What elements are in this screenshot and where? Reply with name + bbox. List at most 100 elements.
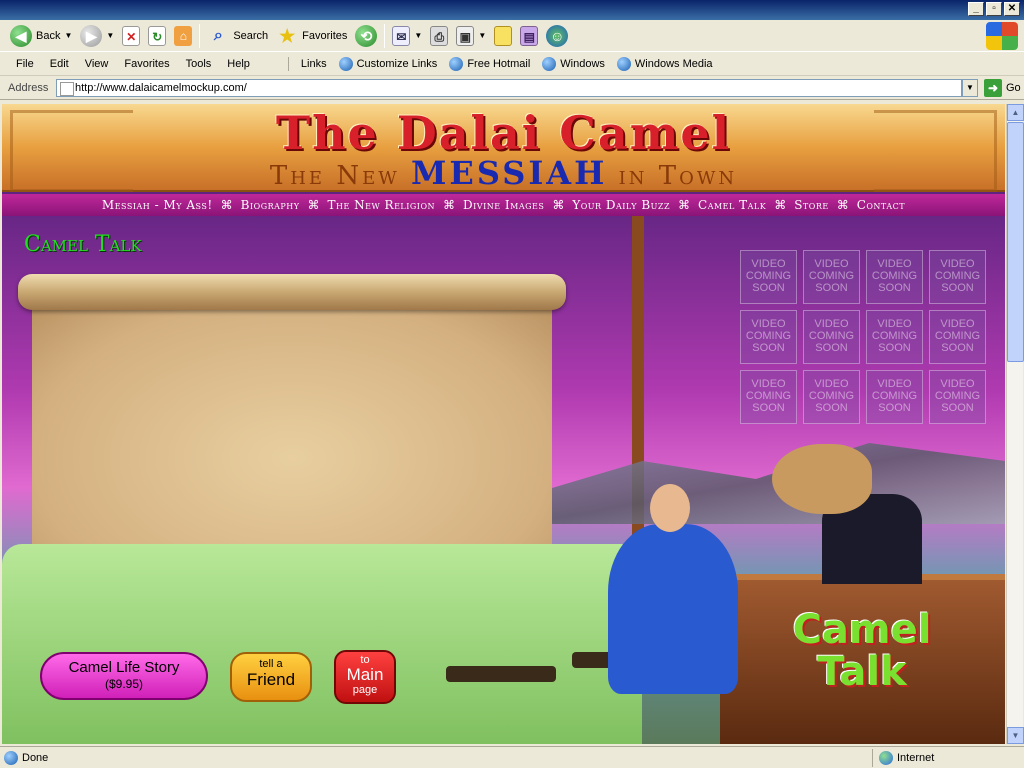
video-grid: VIDEO COMING SOON VIDEO COMING SOON VIDEO …	[740, 250, 986, 424]
vertical-scrollbar[interactable]: ▲ ▼	[1006, 104, 1024, 744]
mail-button[interactable]: ✉ ▼	[388, 23, 426, 49]
nav-contact[interactable]: Contact	[851, 198, 911, 212]
print-icon: ⎙	[430, 25, 449, 46]
scroll-down-icon[interactable]: ▼	[1007, 727, 1024, 744]
back-button[interactable]: ◀ Back ▼	[6, 23, 76, 49]
toolbar-divider	[199, 23, 201, 48]
site-tagline: The New MESSIAH in Town	[2, 154, 1005, 192]
go-button[interactable]: ➜ Go	[984, 78, 1021, 97]
stop-button[interactable]: ✕	[118, 23, 144, 49]
nav-separator-icon: ⌘	[774, 198, 787, 212]
status-bar: Done Internet	[0, 746, 1024, 768]
ie-page-icon	[542, 56, 557, 71]
link-windows-media[interactable]: Windows Media	[611, 56, 719, 71]
address-label: Address	[8, 81, 49, 94]
links-bar: Links Customize Links Free Hotmail Windo…	[287, 56, 719, 71]
nav-biography[interactable]: Biography	[235, 198, 306, 212]
research-button[interactable]: ▤	[516, 23, 542, 49]
nav-new-religion[interactable]: The New Religion	[322, 198, 441, 212]
nav-messiah[interactable]: Messiah - My Ass!	[96, 198, 219, 212]
video-placeholder[interactable]: VIDEO COMING SOON	[929, 250, 986, 304]
address-input[interactable]: http://www.dalaicamelmockup.com/	[56, 78, 962, 97]
history-button[interactable]: ⟲	[351, 23, 381, 49]
messenger-button[interactable]: ☺	[542, 23, 572, 49]
nav-daily-buzz[interactable]: Your Daily Buzz	[566, 198, 676, 212]
menu-edit[interactable]: Edit	[42, 58, 77, 70]
window-titlebar: _ ▫ ✕	[0, 0, 1024, 20]
link-customize[interactable]: Customize Links	[333, 56, 444, 71]
menu-file[interactable]: File	[8, 58, 42, 70]
menu-bar: File Edit View Favorites Tools Help Link…	[0, 52, 1024, 76]
friend-big-label: Friend	[246, 670, 296, 689]
forward-button[interactable]: ▶ ▼	[76, 23, 118, 49]
scroll-up-icon[interactable]: ▲	[1007, 104, 1024, 121]
video-placeholder[interactable]: VIDEO COMING SOON	[740, 250, 797, 304]
monk-head	[650, 484, 690, 532]
edit-button[interactable]: ▣ ▼	[452, 23, 490, 49]
menu-tools[interactable]: Tools	[178, 58, 220, 70]
messenger-icon: ☺	[546, 24, 569, 47]
green-couch	[2, 544, 642, 744]
link-label: Windows Media	[634, 57, 713, 70]
dropdown-arrow-icon[interactable]: ▼	[478, 31, 486, 40]
restore-button[interactable]: ▫	[986, 2, 1002, 16]
menu-view[interactable]: View	[77, 58, 117, 70]
scroll-roll-top	[18, 274, 566, 310]
browser-toolbar: ◀ Back ▼ ▶ ▼ ✕ ↻ ⌂ ⌕ Search ★ Favorites …	[0, 20, 1024, 52]
video-placeholder[interactable]: VIDEO COMING SOON	[929, 370, 986, 424]
video-placeholder[interactable]: VIDEO COMING SOON	[803, 310, 860, 364]
status-text: Done	[22, 751, 49, 764]
scrollbar-thumb[interactable]	[1007, 122, 1024, 362]
menu-help[interactable]: Help	[219, 58, 258, 70]
nav-store[interactable]: Store	[788, 198, 834, 212]
close-button[interactable]: ✕	[1004, 2, 1020, 16]
video-placeholder[interactable]: VIDEO COMING SOON	[740, 370, 797, 424]
mail-icon: ✉	[392, 25, 411, 46]
back-arrow-icon: ◀	[10, 24, 32, 47]
main-small-label-2: page	[352, 684, 378, 696]
note-icon	[494, 25, 513, 46]
search-button[interactable]: ⌕ Search	[203, 23, 272, 49]
edit-icon: ▣	[456, 25, 475, 46]
favorites-label: Favorites	[302, 29, 348, 42]
menu-favorites[interactable]: Favorites	[116, 58, 177, 70]
toolbar-divider	[384, 23, 386, 48]
search-icon: ⌕	[213, 26, 223, 44]
nav-separator-icon: ⌘	[220, 198, 233, 212]
dropdown-arrow-icon[interactable]: ▼	[414, 31, 422, 40]
favorites-button[interactable]: ★ Favorites	[272, 23, 351, 49]
globe-icon	[879, 751, 893, 765]
site-title: The Dalai Camel	[275, 106, 732, 160]
tell-a-friend-button[interactable]: tell a Friend	[230, 652, 312, 702]
print-button[interactable]: ⎙	[426, 23, 452, 49]
refresh-button[interactable]: ↻	[144, 23, 170, 49]
ie-page-icon	[338, 56, 353, 71]
video-placeholder[interactable]: VIDEO COMING SOON	[929, 310, 986, 364]
home-button[interactable]: ⌂	[170, 23, 196, 49]
link-windows[interactable]: Windows	[536, 56, 611, 71]
video-placeholder[interactable]: VIDEO COMING SOON	[866, 310, 923, 364]
discuss-button[interactable]	[490, 23, 516, 49]
link-label: Customize Links	[356, 57, 438, 70]
dropdown-arrow-icon[interactable]: ▼	[106, 31, 114, 40]
nav-camel-talk[interactable]: Camel Talk	[692, 198, 772, 212]
link-hotmail[interactable]: Free Hotmail	[443, 56, 536, 71]
nav-divine-images[interactable]: Divine Images	[457, 198, 550, 212]
video-placeholder[interactable]: VIDEO COMING SOON	[866, 370, 923, 424]
ie-page-icon	[449, 56, 464, 71]
to-main-page-button[interactable]: to Main page	[334, 650, 396, 704]
video-placeholder[interactable]: VIDEO COMING SOON	[740, 310, 797, 364]
logo-line-2: Talk	[817, 649, 907, 695]
camel-life-story-button[interactable]: Camel Life Story ($9.95)	[40, 652, 208, 700]
address-dropdown-icon[interactable]: ▼	[962, 78, 978, 97]
video-placeholder[interactable]: VIDEO COMING SOON	[803, 370, 860, 424]
history-icon: ⟲	[355, 24, 378, 47]
video-placeholder[interactable]: VIDEO COMING SOON	[803, 250, 860, 304]
dropdown-arrow-icon[interactable]: ▼	[64, 31, 72, 40]
nav-separator-icon: ⌘	[552, 198, 565, 212]
links-label[interactable]: Links	[295, 58, 333, 70]
main-big-label: Main	[346, 665, 384, 684]
minimize-button[interactable]: _	[968, 2, 984, 16]
video-placeholder[interactable]: VIDEO COMING SOON	[866, 250, 923, 304]
zone-label: Internet	[897, 752, 935, 764]
